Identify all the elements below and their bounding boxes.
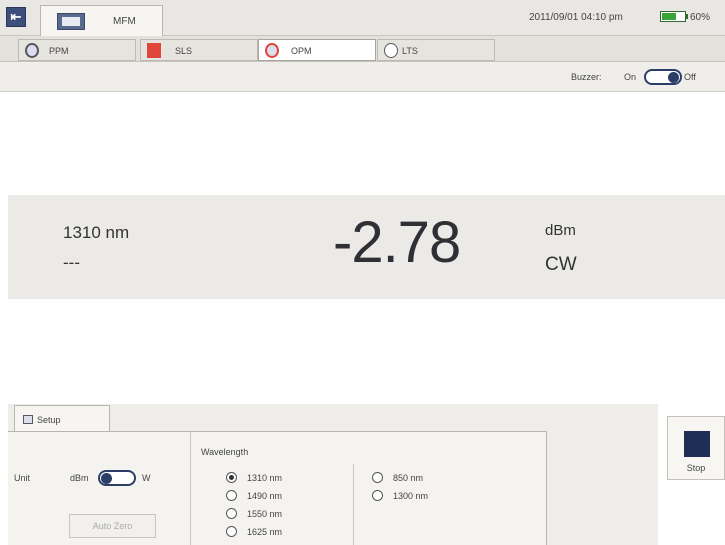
tab-ppm[interactable]: PPM: [18, 39, 136, 61]
radio-icon: [226, 472, 237, 483]
setup-tab-label: Setup: [37, 415, 61, 425]
power-reading-panel: 1310 nm --- -2.78 dBm CW: [8, 195, 725, 299]
modulation-mode: CW: [545, 254, 577, 275]
wavelength-label: Wavelength: [201, 447, 249, 457]
power-meter-icon: [265, 43, 279, 58]
tab-label: SLS: [175, 46, 193, 56]
radio-icon: [226, 526, 237, 537]
tab-sls[interactable]: SLS: [140, 39, 258, 61]
unit-dbm-label: dBm: [70, 473, 89, 483]
wavelength-option-850[interactable]: 850 nm: [372, 472, 423, 483]
tab-lts[interactable]: LTS: [377, 39, 495, 61]
buzzer-label: Buzzer:: [571, 72, 602, 82]
wavelength-option-1300[interactable]: 1300 nm: [372, 490, 428, 501]
app-tab-label: MFM: [113, 16, 136, 27]
buzzer-toggle[interactable]: [644, 69, 682, 85]
tab-label: OPM: [291, 46, 312, 56]
title-bar: ⇤ MFM 2011/09/01 04:10 pm 60%: [0, 0, 725, 36]
power-value: -2.78: [333, 210, 461, 275]
unit-w-label: W: [142, 473, 151, 483]
reference-readout: ---: [63, 253, 80, 272]
stop-button[interactable]: Stop: [667, 416, 725, 480]
datetime: 2011/09/01 04:10 pm: [529, 12, 623, 23]
radio-icon: [372, 472, 383, 483]
wavelength-option-1625[interactable]: 1625 nm: [226, 526, 282, 537]
buzzer-row: Buzzer: On Off: [0, 62, 725, 92]
divider: [190, 432, 191, 545]
tab-label: PPM: [49, 46, 69, 56]
battery-percent: 60%: [690, 12, 711, 23]
battery-icon: [660, 11, 686, 22]
setup-icon: [23, 415, 33, 424]
stop-label: Stop: [686, 463, 706, 473]
radio-icon: [226, 490, 237, 501]
wavelength-option-1490[interactable]: 1490 nm: [226, 490, 282, 501]
unit-label: Unit: [14, 473, 31, 483]
radio-icon: [226, 508, 237, 519]
module-tab-bar: PPM SLS OPM LTS: [0, 36, 725, 62]
radio-icon: [372, 490, 383, 501]
tab-label: LTS: [402, 46, 418, 56]
tab-setup[interactable]: Setup: [14, 405, 110, 432]
power-unit: dBm: [545, 222, 576, 239]
exit-icon[interactable]: ⇤: [6, 7, 26, 27]
app-icon: [57, 13, 85, 30]
light-source-icon: [147, 43, 161, 58]
tab-opm[interactable]: OPM: [258, 39, 376, 61]
divider: [353, 464, 354, 545]
wavelength-readout: 1310 nm: [63, 223, 130, 242]
app-tab-mfm[interactable]: MFM: [40, 5, 163, 36]
unit-toggle[interactable]: [98, 470, 136, 486]
wavelength-option-1550[interactable]: 1550 nm: [226, 508, 282, 519]
loss-test-icon: [384, 43, 398, 58]
auto-zero-button[interactable]: Auto Zero: [69, 514, 156, 538]
wavelength-option-1310[interactable]: 1310 nm: [226, 472, 282, 483]
gear-icon: [25, 43, 39, 58]
buzzer-off-label: Off: [684, 72, 696, 82]
stop-icon: [684, 431, 710, 457]
buzzer-on-label: On: [624, 72, 637, 82]
